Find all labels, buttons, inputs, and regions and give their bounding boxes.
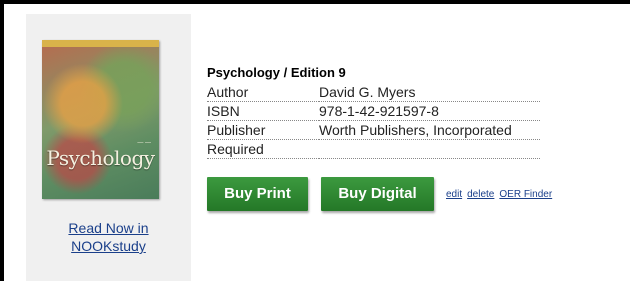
info-label: Author: [207, 84, 319, 102]
delete-link[interactable]: delete: [467, 189, 494, 200]
info-label: ISBN: [207, 101, 319, 121]
item-links: edit delete OER Finder: [446, 189, 552, 200]
info-label: Required: [207, 139, 319, 159]
buy-digital-button[interactable]: Buy Digital: [321, 177, 434, 211]
book-title-text: Psychology: [207, 65, 280, 80]
info-value: 978-1-42-921597-8: [319, 101, 540, 121]
info-row-publisher: Publisher Worth Publishers, Incorporated: [207, 120, 540, 140]
read-now-nookstudy-link[interactable]: Read Now in NOOKstudy: [26, 219, 191, 255]
buy-print-button[interactable]: Buy Print: [207, 177, 308, 211]
book-info-table: Author David G. Myers ISBN 978-1-42-9215…: [207, 84, 540, 159]
info-row-required: Required: [207, 139, 540, 159]
cover-panel: — — Psychology Read Now in NOOKstudy: [26, 14, 191, 281]
book-details: Psychology / Edition 9 Author David G. M…: [207, 65, 540, 159]
edit-link[interactable]: edit: [446, 189, 462, 200]
info-row-isbn: ISBN 978-1-42-921597-8: [207, 101, 540, 121]
action-bar: Buy Print Buy Digital edit delete OER Fi…: [207, 177, 552, 211]
book-title: Psychology / Edition 9: [207, 65, 540, 81]
info-value: David G. Myers: [319, 84, 540, 102]
info-label: Publisher: [207, 120, 319, 140]
book-edition: Edition 9: [290, 65, 346, 80]
title-separator: /: [283, 65, 288, 80]
book-cover-image[interactable]: — — Psychology: [42, 40, 159, 199]
oer-finder-link[interactable]: OER Finder: [499, 189, 552, 200]
cover-title: Psychology: [46, 146, 155, 170]
info-value: Worth Publishers, Incorporated: [319, 120, 540, 140]
info-row-author: Author David G. Myers: [207, 84, 540, 102]
info-value: [319, 139, 540, 159]
cover-top-bar: [42, 40, 159, 47]
